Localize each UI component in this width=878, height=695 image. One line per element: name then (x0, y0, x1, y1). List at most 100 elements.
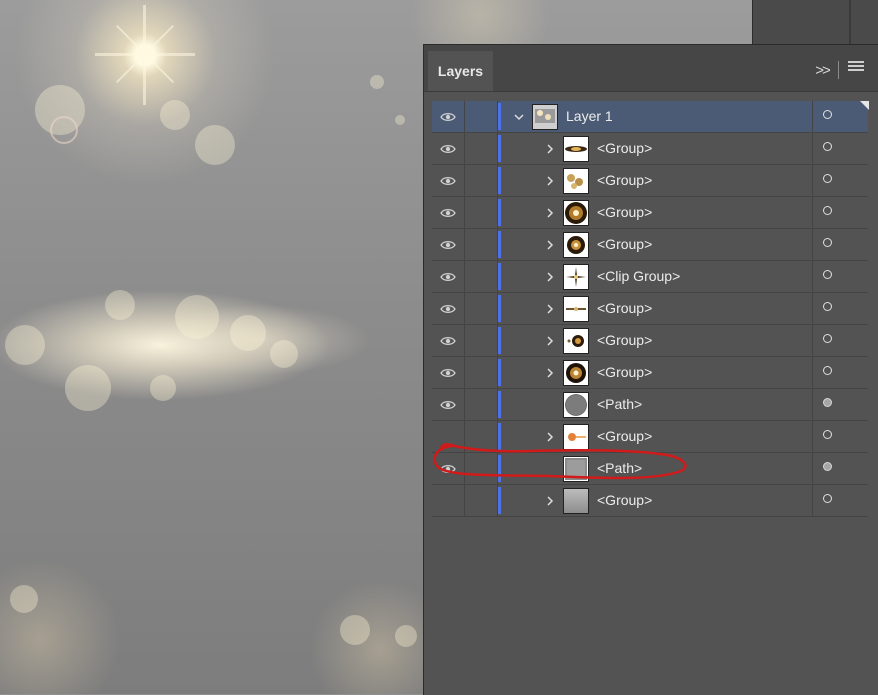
sublayer-row[interactable]: <Path> (432, 389, 868, 421)
target-circle-icon[interactable] (823, 142, 832, 151)
layer-name[interactable]: <Group> (597, 485, 652, 516)
chevron-right-icon[interactable] (541, 485, 559, 516)
eye-icon (440, 397, 456, 413)
eye-icon (440, 365, 456, 381)
layer-name[interactable]: <Group> (597, 133, 652, 164)
tab-layers[interactable]: Layers (428, 51, 493, 91)
target-column (812, 293, 869, 324)
visibility-toggle[interactable] (432, 101, 465, 132)
eye-icon (440, 333, 456, 349)
sublayer-row[interactable]: <Path> (432, 453, 868, 485)
layer-name[interactable]: <Group> (597, 357, 652, 388)
bokeh-light (270, 340, 298, 368)
bokeh-light (160, 100, 190, 130)
collapse-panel-button[interactable]: >> (810, 59, 834, 81)
chevron-right-icon[interactable] (541, 229, 559, 260)
layer-thumbnail (563, 392, 589, 418)
lock-toggle[interactable] (465, 453, 498, 484)
lock-toggle[interactable] (465, 133, 498, 164)
chevron-right-icon[interactable] (541, 325, 559, 356)
target-circle-icon[interactable] (823, 430, 832, 439)
sublayer-row[interactable]: <Group> (432, 229, 868, 261)
lock-toggle[interactable] (465, 485, 498, 516)
target-circle-icon[interactable] (823, 462, 832, 471)
eye-icon (440, 205, 456, 221)
layer-color-bar (498, 327, 501, 354)
sublayer-row[interactable]: <Group> (432, 357, 868, 389)
layer-name[interactable]: <Group> (597, 229, 652, 260)
target-circle-icon[interactable] (823, 174, 832, 183)
sublayer-row[interactable]: <Group> (432, 197, 868, 229)
sublayer-row[interactable]: <Group> (432, 165, 868, 197)
target-circle-icon[interactable] (823, 494, 832, 503)
sublayer-row[interactable]: <Group> (432, 421, 868, 453)
visibility-toggle[interactable] (432, 453, 465, 484)
target-circle-icon[interactable] (823, 270, 832, 279)
target-column (812, 485, 869, 516)
layer-thumbnail (563, 328, 589, 354)
layer-name[interactable]: <Group> (597, 165, 652, 196)
layer-name[interactable]: <Group> (597, 325, 652, 356)
chevron-right-icon[interactable] (541, 261, 559, 292)
visibility-toggle[interactable] (432, 485, 465, 516)
layer-thumbnail (563, 360, 589, 386)
chevron-right-icon[interactable] (541, 421, 559, 452)
layer-name[interactable]: <Path> (597, 389, 642, 420)
eye-icon (440, 461, 456, 477)
target-circle-icon[interactable] (823, 238, 832, 247)
target-circle-icon[interactable] (823, 110, 832, 119)
lock-toggle[interactable] (465, 357, 498, 388)
visibility-toggle[interactable] (432, 261, 465, 292)
layer-name[interactable]: <Group> (597, 197, 652, 228)
chevron-right-icon[interactable] (541, 293, 559, 324)
visibility-toggle[interactable] (432, 293, 465, 324)
sublayer-row[interactable]: <Group> (432, 325, 868, 357)
lock-toggle[interactable] (465, 325, 498, 356)
target-circle-icon[interactable] (823, 206, 832, 215)
lock-toggle[interactable] (465, 197, 498, 228)
panel-menu-icon[interactable] (848, 61, 868, 77)
sublayer-row[interactable]: <Clip Group> (432, 261, 868, 293)
workspace-top-strip (752, 0, 878, 44)
layer-name[interactable]: <Group> (597, 293, 652, 324)
chevron-right-icon[interactable] (541, 133, 559, 164)
lock-toggle[interactable] (465, 389, 498, 420)
chevron-right-icon[interactable] (541, 165, 559, 196)
sublayer-row[interactable]: <Group> (432, 485, 868, 517)
layer-thumbnail (563, 200, 589, 226)
eye-icon (440, 269, 456, 285)
visibility-toggle[interactable] (432, 197, 465, 228)
chevron-right-icon[interactable] (541, 197, 559, 228)
layer-color-bar (498, 135, 501, 162)
layer-name[interactable]: <Group> (597, 421, 652, 452)
target-circle-icon[interactable] (823, 398, 832, 407)
target-circle-icon[interactable] (823, 334, 832, 343)
target-column (812, 101, 869, 132)
target-circle-icon[interactable] (823, 366, 832, 375)
chevron-right-icon[interactable] (541, 357, 559, 388)
layer-name[interactable]: <Clip Group> (597, 261, 680, 292)
visibility-toggle[interactable] (432, 357, 465, 388)
lock-toggle[interactable] (465, 165, 498, 196)
layers-list: Layer 1 <Group> <Group> <Group> <Group> <Clip… (432, 101, 869, 517)
visibility-toggle[interactable] (432, 165, 465, 196)
lock-toggle[interactable] (465, 293, 498, 324)
visibility-toggle[interactable] (432, 325, 465, 356)
layer-name[interactable]: Layer 1 (566, 101, 613, 132)
visibility-toggle[interactable] (432, 229, 465, 260)
chevron-down-icon[interactable] (510, 101, 528, 132)
lock-toggle[interactable] (465, 261, 498, 292)
lock-toggle[interactable] (465, 421, 498, 452)
layer-name[interactable]: <Path> (597, 453, 642, 484)
visibility-toggle[interactable] (432, 421, 465, 452)
target-column (812, 229, 869, 260)
layer-row[interactable]: Layer 1 (432, 101, 869, 133)
sublayer-row[interactable]: <Group> (432, 293, 868, 325)
sublayer-row[interactable]: <Group> (432, 133, 868, 165)
lock-toggle[interactable] (465, 101, 498, 132)
lock-toggle[interactable] (465, 229, 498, 260)
visibility-toggle[interactable] (432, 389, 465, 420)
visibility-toggle[interactable] (432, 133, 465, 164)
target-circle-icon[interactable] (823, 302, 832, 311)
layer-color-bar (498, 263, 501, 290)
